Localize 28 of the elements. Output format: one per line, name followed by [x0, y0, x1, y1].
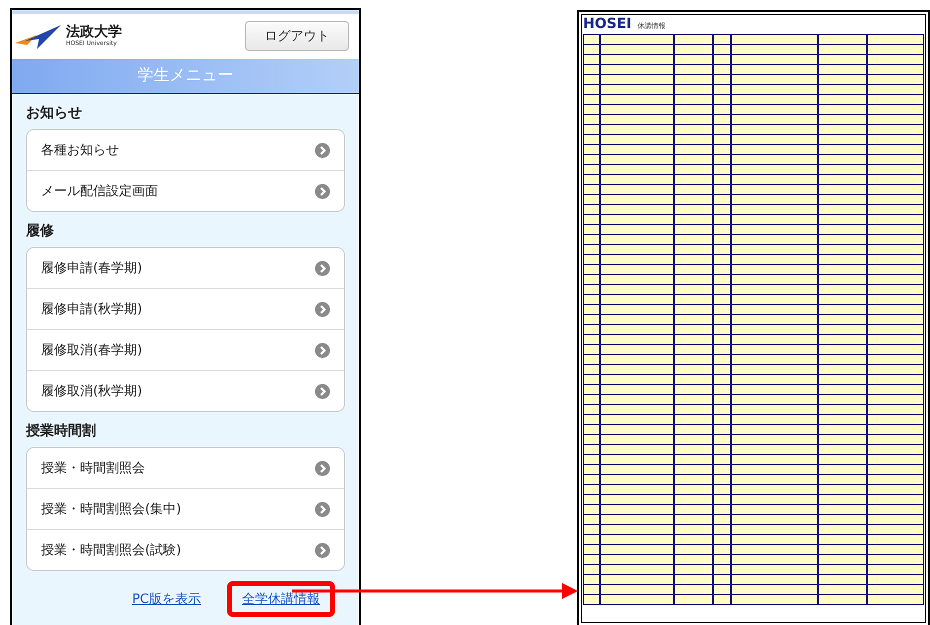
- menu-item[interactable]: 授業・時間割照会: [27, 448, 344, 488]
- menu-item[interactable]: 授業・時間割照会(集中): [27, 488, 344, 529]
- section-heading: 履修: [26, 222, 55, 241]
- university-name: 法政大学: [66, 25, 122, 40]
- logout-button[interactable]: ログアウト: [245, 21, 349, 52]
- hosei-logo: HOSEI: [583, 16, 632, 32]
- menu-item[interactable]: 授業・時間割照会(試験): [27, 529, 344, 570]
- menu-item[interactable]: 各種お知らせ: [27, 130, 344, 170]
- bird-logo-icon: [15, 23, 63, 50]
- chevron-circle-icon: [315, 142, 330, 158]
- menu-item[interactable]: 履修取消(春学期): [27, 329, 344, 370]
- chevron-circle-icon: [315, 384, 330, 398]
- menu-item[interactable]: 履修取消(秋学期): [27, 370, 344, 411]
- chevron-circle-icon: [315, 460, 330, 476]
- chevron-circle-icon: [315, 184, 330, 198]
- section-heading: お知らせ: [26, 104, 83, 123]
- section-heading: 授業時間割: [26, 422, 97, 441]
- chevron-circle-icon: [315, 260, 330, 276]
- menu-item[interactable]: 履修申請(春学期): [27, 248, 344, 288]
- menu-title-bar: 学生メニュー: [12, 58, 359, 94]
- menu-item[interactable]: 履修申請(秋学期): [27, 288, 344, 329]
- chevron-circle-icon: [315, 342, 330, 358]
- menu-item[interactable]: メール配信設定画面: [27, 170, 344, 211]
- footer-link[interactable]: 全学休講情報: [227, 581, 335, 617]
- chevron-circle-icon: [315, 542, 330, 558]
- footer-link[interactable]: PC版を表示: [120, 586, 213, 612]
- chevron-circle-icon: [315, 502, 330, 516]
- chevron-circle-icon: [315, 302, 330, 316]
